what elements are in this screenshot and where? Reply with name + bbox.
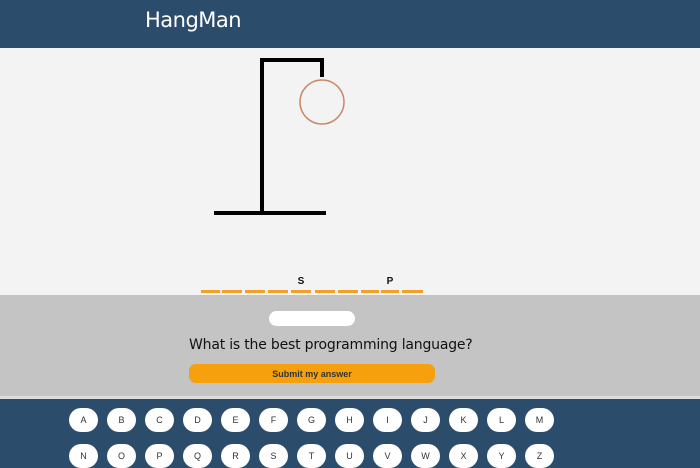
key-z[interactable]: Z	[525, 444, 554, 468]
app-logo: HangMan	[145, 8, 242, 32]
key-b[interactable]: B	[107, 408, 136, 432]
key-v[interactable]: V	[373, 444, 402, 468]
key-a[interactable]: A	[69, 408, 98, 432]
key-l[interactable]: L	[487, 408, 516, 432]
game-stage	[0, 48, 700, 295]
key-c[interactable]: C	[145, 408, 174, 432]
question-text: What is the best programming language?	[189, 337, 473, 353]
letter-slot	[361, 276, 379, 293]
key-h[interactable]: H	[335, 408, 364, 432]
key-y[interactable]: Y	[487, 444, 516, 468]
letter-slot	[338, 276, 358, 293]
submit-answer-button[interactable]: Submit my answer	[189, 364, 435, 383]
letter-keyboard: ABCDEFGHIJKLM NOPQRSTUVWXYZ	[0, 399, 700, 468]
key-s[interactable]: S	[259, 444, 288, 468]
key-t[interactable]: T	[297, 444, 326, 468]
gallows-drawing	[214, 58, 345, 215]
letter-slot	[402, 276, 423, 293]
key-d[interactable]: D	[183, 408, 212, 432]
key-k[interactable]: K	[449, 408, 478, 432]
key-x[interactable]: X	[449, 444, 478, 468]
key-r[interactable]: R	[221, 444, 250, 468]
key-e[interactable]: E	[221, 408, 250, 432]
key-p[interactable]: P	[145, 444, 174, 468]
key-w[interactable]: W	[411, 444, 440, 468]
letter-slot	[245, 276, 265, 293]
key-q[interactable]: Q	[183, 444, 212, 468]
key-o[interactable]: O	[107, 444, 136, 468]
key-g[interactable]: G	[297, 408, 326, 432]
key-j[interactable]: J	[411, 408, 440, 432]
hangman-head	[299, 79, 345, 125]
key-n[interactable]: N	[69, 444, 98, 468]
letter-slot	[222, 276, 242, 293]
key-f[interactable]: F	[259, 408, 288, 432]
letter-slot: S	[291, 276, 311, 293]
key-m[interactable]: M	[525, 408, 554, 432]
letter-slot	[268, 276, 288, 293]
letter-slot	[315, 276, 335, 293]
key-i[interactable]: I	[373, 408, 402, 432]
app-header: HangMan	[0, 0, 700, 48]
letter-slot: P	[381, 276, 399, 293]
key-u[interactable]: U	[335, 444, 364, 468]
answer-input[interactable]	[269, 311, 355, 326]
letter-slot	[201, 276, 220, 293]
question-panel: What is the best programming language? S…	[0, 295, 700, 396]
